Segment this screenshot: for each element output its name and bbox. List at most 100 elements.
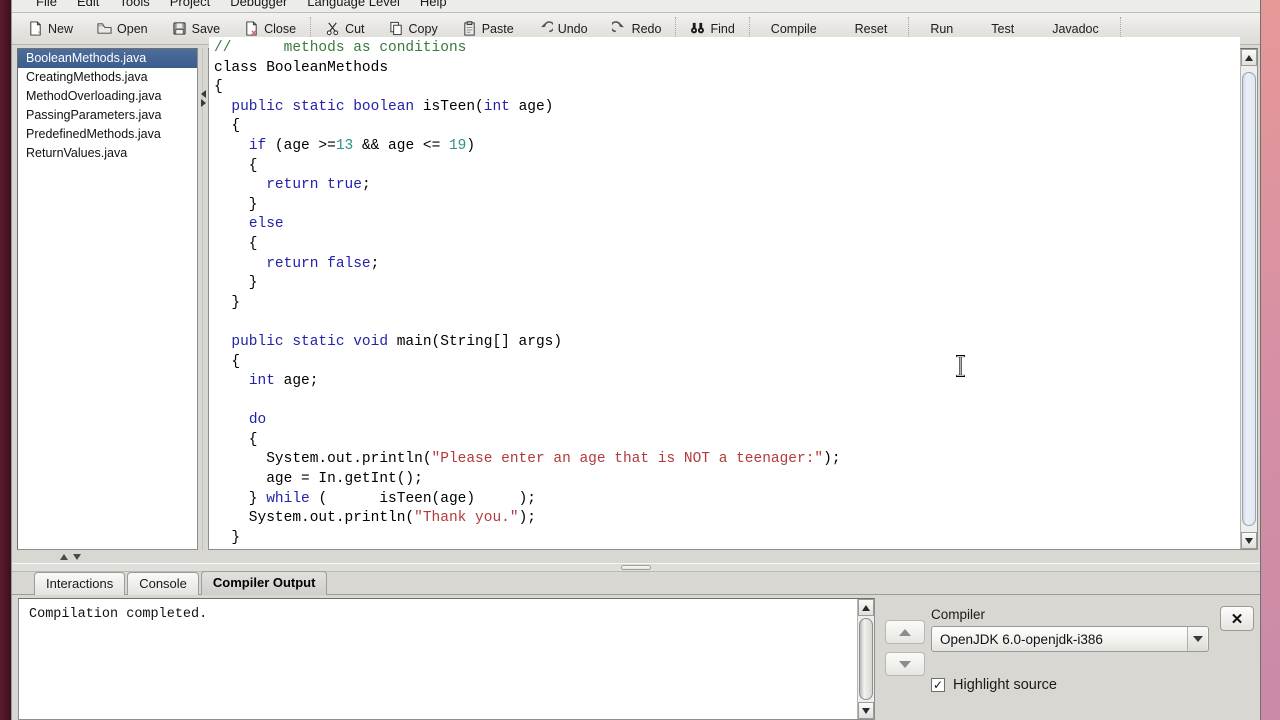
bottom-pane: Interactions Console Compiler Output Com…	[12, 571, 1260, 720]
code-token: int	[483, 98, 519, 115]
scroll-up-button[interactable]	[1241, 49, 1257, 66]
output-scroll-down-icon	[862, 707, 870, 714]
code-line: class BooleanMethods	[214, 59, 1240, 79]
code-line: System.out.println("Please enter an age …	[214, 450, 1240, 470]
checkmark-icon: ✓	[932, 678, 944, 692]
expand-right-icon[interactable]	[200, 99, 206, 107]
file-list-item-creatingmethods[interactable]: CreatingMethods.java	[18, 68, 197, 87]
collapse-left-icon[interactable]	[200, 90, 206, 98]
highlight-source-label: Highlight source	[953, 677, 1057, 693]
compiler-select-value: OpenJDK 6.0-openjdk-i386	[940, 631, 1103, 647]
code-editor[interactable]: // methods as conditions class BooleanMet…	[209, 37, 1240, 549]
output-scroll-thumb[interactable]	[859, 618, 873, 700]
error-nav-buttons	[879, 598, 931, 720]
menu-item-language-level[interactable]: Language Level	[297, 0, 410, 9]
undo-arrow-icon	[538, 21, 555, 36]
file-list-item-predefinedmethods[interactable]: PredefinedMethods.java	[18, 125, 197, 144]
menu-item-tools[interactable]: Tools	[109, 0, 159, 9]
code-token: age;	[283, 373, 319, 390]
toolbar-run-label: Run	[930, 21, 954, 36]
editor-pane: // methods as conditions class BooleanMet…	[208, 37, 1258, 550]
code-line: {	[214, 353, 1240, 373]
split-grip-handle[interactable]	[621, 565, 651, 570]
code-token: System.out.println(	[214, 451, 432, 468]
new-file-icon	[28, 21, 43, 36]
tab-console[interactable]: Console	[127, 572, 199, 595]
output-scroll-down-button[interactable]	[858, 702, 874, 719]
output-scroll-track[interactable]	[858, 616, 874, 702]
editor-vertical-scrollbar[interactable]	[1240, 49, 1257, 549]
code-token: )	[466, 137, 476, 154]
code-token: {	[214, 79, 223, 96]
file-list-item-booleanmethods[interactable]: BooleanMethods.java	[18, 49, 197, 68]
toolbar-cut-label: Cut	[345, 21, 365, 36]
compiler-select[interactable]: OpenJDK 6.0-openjdk-i386	[931, 626, 1209, 652]
output-vertical-scrollbar[interactable]	[857, 599, 874, 719]
code-token: do	[248, 412, 267, 429]
code-token: 13	[335, 137, 354, 154]
menu-item-project[interactable]: Project	[160, 0, 220, 9]
code-token: public static void	[231, 333, 397, 350]
code-token: main(String[] args)	[396, 333, 563, 350]
editor-scroll-thumb[interactable]	[1242, 72, 1256, 526]
code-token: }	[214, 490, 267, 507]
highlight-source-checkbox[interactable]: ✓	[931, 678, 945, 692]
tab-interactions[interactable]: Interactions	[34, 572, 126, 595]
next-error-icon[interactable]	[73, 553, 81, 560]
menu-item-debugger[interactable]: Debugger	[220, 0, 297, 9]
code-line: if (age >=13 && age <= 19)	[214, 137, 1240, 157]
editor-scroll-track[interactable]	[1241, 66, 1257, 532]
code-line: public static void main(String[] args)	[214, 333, 1240, 353]
code-line: }	[214, 274, 1240, 294]
binoculars-icon	[690, 21, 705, 36]
code-token: else	[248, 216, 284, 233]
vertical-split-divider[interactable]	[198, 48, 208, 550]
highlight-source-row[interactable]: ✓ Highlight source	[931, 677, 1260, 693]
toolbar-new-button[interactable]: New	[16, 16, 85, 42]
code-token: (age >=	[274, 137, 336, 154]
code-token: );	[518, 510, 536, 527]
tab-compiler-output[interactable]: Compiler Output	[200, 571, 328, 595]
clipboard-icon	[462, 21, 477, 36]
toolbar-new-label: New	[48, 21, 74, 36]
scroll-down-icon	[1245, 537, 1253, 544]
horizontal-split-divider[interactable]	[12, 563, 1260, 572]
menu-item-help[interactable]: Help	[410, 0, 457, 9]
toolbar-open-button[interactable]: Open	[85, 16, 160, 42]
close-icon: ✕	[1230, 610, 1244, 628]
prev-error-icon[interactable]	[60, 553, 68, 560]
close-panel-button[interactable]: ✕	[1220, 606, 1254, 631]
code-token: return true	[266, 177, 362, 194]
code-token: isTeen(	[422, 98, 484, 115]
file-list-item-passingparameters[interactable]: PassingParameters.java	[18, 106, 197, 125]
redo-arrow-icon	[609, 21, 627, 36]
code-token: {	[214, 353, 241, 370]
code-token: {	[214, 235, 258, 252]
code-token: );	[823, 451, 841, 468]
code-token: }	[214, 275, 258, 292]
code-token: age = In.getInt();	[214, 471, 423, 488]
toolbar-paste-label: Paste	[481, 21, 514, 36]
toolbar-open-label: Open	[117, 21, 148, 36]
output-scroll-up-button[interactable]	[858, 599, 874, 616]
code-line: age = In.getInt();	[214, 470, 1240, 490]
code-line: }	[214, 294, 1240, 314]
menu-item-file[interactable]: File	[26, 0, 67, 9]
menu-item-edit[interactable]: Edit	[67, 0, 109, 9]
code-line: }	[214, 548, 1240, 549]
close-file-icon	[244, 21, 259, 36]
previous-error-button[interactable]	[885, 620, 925, 644]
file-list-item-returnvalues[interactable]: ReturnValues.java	[18, 144, 197, 163]
editor-footer-row	[12, 550, 1260, 563]
code-line: System.out.println("Thank you.");	[214, 509, 1240, 529]
compiler-select-arrow[interactable]	[1187, 627, 1207, 651]
next-error-button[interactable]	[885, 652, 925, 676]
document-list-pane[interactable]: BooleanMethods.java CreatingMethods.java…	[17, 48, 198, 550]
scroll-down-button[interactable]	[1241, 532, 1257, 549]
file-list-item-methodoverloading[interactable]: MethodOverloading.java	[18, 87, 197, 106]
code-token: }	[214, 529, 241, 546]
